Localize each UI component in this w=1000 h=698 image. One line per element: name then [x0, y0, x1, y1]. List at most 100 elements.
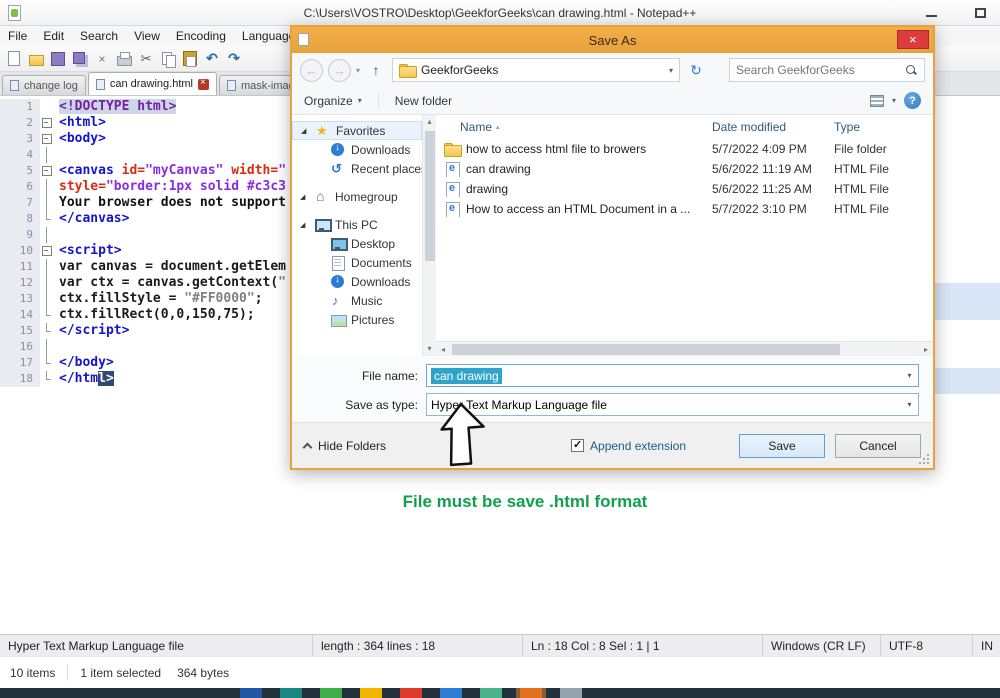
- save-button[interactable]: Save: [739, 433, 825, 458]
- redo-icon[interactable]: [225, 50, 243, 68]
- chevron-down-icon[interactable]: [901, 365, 918, 386]
- sidebar-item-desktop[interactable]: Desktop: [292, 234, 422, 253]
- taskbar-icon[interactable]: [560, 688, 582, 698]
- line-number: 6: [0, 179, 40, 195]
- fold-margin[interactable]: [40, 163, 54, 179]
- taskbar-icon[interactable]: [320, 688, 342, 698]
- address-bar[interactable]: GeekforGeeks: [392, 58, 681, 82]
- scrollbar-thumb[interactable]: [452, 343, 840, 355]
- open-folder-icon[interactable]: [27, 50, 45, 68]
- cut-icon[interactable]: [137, 50, 155, 68]
- taskbar-icon[interactable]: [360, 688, 382, 698]
- views-icon[interactable]: [869, 94, 884, 107]
- taskbar-icon[interactable]: [480, 688, 502, 698]
- sidebar-item-music[interactable]: Music: [292, 291, 422, 310]
- horizontal-scrollbar[interactable]: [436, 341, 933, 356]
- status-eol[interactable]: Windows (CR LF): [762, 635, 880, 656]
- menu-item-file[interactable]: File: [0, 29, 35, 43]
- tab-can-drawing-html[interactable]: can drawing.html: [87, 72, 217, 95]
- save-as-type-select[interactable]: Hyper Text Markup Language file: [426, 393, 919, 416]
- fold-margin: [40, 307, 54, 323]
- sidebar-item-this-pc[interactable]: This PC: [292, 215, 422, 234]
- sidebar-item-documents[interactable]: Documents: [292, 253, 422, 272]
- column-header-type[interactable]: Type: [834, 120, 860, 134]
- hide-folders-button[interactable]: Hide Folders: [302, 439, 386, 453]
- expander-icon[interactable]: [301, 127, 310, 135]
- sidebar-item-label: This PC: [335, 217, 378, 232]
- append-extension-option[interactable]: Append extension: [571, 438, 686, 453]
- status-insert-mode[interactable]: IN: [972, 635, 1000, 656]
- menu-item-encoding[interactable]: Encoding: [168, 29, 234, 43]
- scroll-left-icon[interactable]: [436, 345, 450, 354]
- scroll-up-icon[interactable]: [427, 115, 431, 129]
- new-file-icon[interactable]: [5, 50, 23, 68]
- close-icon[interactable]: [93, 50, 111, 68]
- sidebar-item-favorites[interactable]: Favorites: [292, 121, 422, 140]
- search-input[interactable]: [736, 63, 905, 77]
- back-icon[interactable]: [300, 58, 323, 82]
- file-row-how-to-access-html-file-to-browers[interactable]: how to access html file to browers 5/7/20…: [436, 139, 933, 159]
- file-rows: how to access html file to browers 5/7/20…: [436, 139, 933, 219]
- scroll-down-icon[interactable]: [427, 342, 431, 356]
- fold-margin[interactable]: [40, 131, 54, 147]
- menu-item-edit[interactable]: Edit: [35, 29, 72, 43]
- line-number: 13: [0, 291, 40, 307]
- column-header-name[interactable]: Name: [444, 120, 712, 134]
- scrollbar-thumb[interactable]: [424, 131, 435, 261]
- status-encoding[interactable]: UTF-8: [880, 635, 972, 656]
- menu-item-view[interactable]: View: [126, 29, 168, 43]
- file-row-drawing[interactable]: drawing 5/6/2022 11:25 AM HTML File: [436, 179, 933, 199]
- column-header-date-modified[interactable]: Date modified: [712, 120, 834, 134]
- resize-grip[interactable]: [918, 453, 930, 465]
- save-icon[interactable]: [49, 50, 67, 68]
- new-folder-button[interactable]: New folder: [395, 94, 452, 108]
- expander-icon[interactable]: [300, 221, 309, 229]
- tab-change-log[interactable]: change log: [2, 75, 86, 95]
- maximize-icon[interactable]: [975, 7, 986, 18]
- taskbar-icon[interactable]: [280, 688, 302, 698]
- file-name-input[interactable]: can drawing: [426, 364, 919, 387]
- taskbar-icon[interactable]: [240, 688, 262, 698]
- code-text: </body>: [59, 355, 114, 370]
- help-icon[interactable]: [904, 92, 921, 109]
- explorer-selected-count: 1 item selected: [80, 665, 162, 680]
- save-all-icon[interactable]: [71, 50, 89, 68]
- paste-icon[interactable]: [181, 50, 199, 68]
- cancel-button[interactable]: Cancel: [835, 433, 921, 458]
- history-dropdown-icon[interactable]: [356, 66, 360, 75]
- scroll-right-icon[interactable]: [919, 345, 933, 354]
- sidebar-item-pictures[interactable]: Pictures: [292, 310, 422, 329]
- fold-margin[interactable]: [40, 115, 54, 131]
- forward-icon[interactable]: [328, 58, 351, 82]
- search-icon[interactable]: [905, 64, 918, 77]
- fold-margin[interactable]: [40, 243, 54, 259]
- search-box[interactable]: [729, 58, 925, 82]
- dialog-close-icon[interactable]: [897, 30, 929, 49]
- address-dropdown-icon[interactable]: [669, 66, 673, 75]
- views-dropdown-icon[interactable]: [892, 96, 896, 105]
- print-icon[interactable]: [115, 50, 133, 68]
- organize-button[interactable]: Organize: [304, 94, 362, 108]
- sidebar-item-recent-places[interactable]: Recent places: [292, 159, 427, 178]
- sidebar-item-downloads[interactable]: Downloads: [292, 140, 422, 159]
- vertical-scrollbar[interactable]: [422, 115, 436, 356]
- close-tab-icon[interactable]: [197, 77, 209, 90]
- append-extension-checkbox[interactable]: [571, 438, 585, 452]
- copy-icon[interactable]: [159, 50, 177, 68]
- up-icon[interactable]: [365, 59, 387, 81]
- chevron-down-icon[interactable]: [901, 394, 918, 415]
- file-row-can-drawing[interactable]: can drawing 5/6/2022 11:19 AM HTML File: [436, 159, 933, 179]
- minimize-icon[interactable]: [926, 14, 937, 17]
- expander-icon[interactable]: [300, 193, 309, 201]
- taskbar-icon[interactable]: [400, 688, 422, 698]
- taskbar-icon[interactable]: [440, 688, 462, 698]
- undo-icon[interactable]: [203, 50, 221, 68]
- fold-margin: [40, 147, 54, 163]
- file-row-how-to-access-an-html-document-in-a[interactable]: How to access an HTML Document in a ... 5…: [436, 199, 933, 219]
- menu-item-search[interactable]: Search: [72, 29, 126, 43]
- sidebar-item-downloads[interactable]: Downloads: [292, 272, 422, 291]
- dialog-title-bar[interactable]: Save As: [292, 27, 933, 53]
- refresh-icon[interactable]: [685, 59, 707, 81]
- taskbar-icon[interactable]: [520, 688, 542, 698]
- sidebar-item-homegroup[interactable]: Homegroup: [292, 187, 422, 206]
